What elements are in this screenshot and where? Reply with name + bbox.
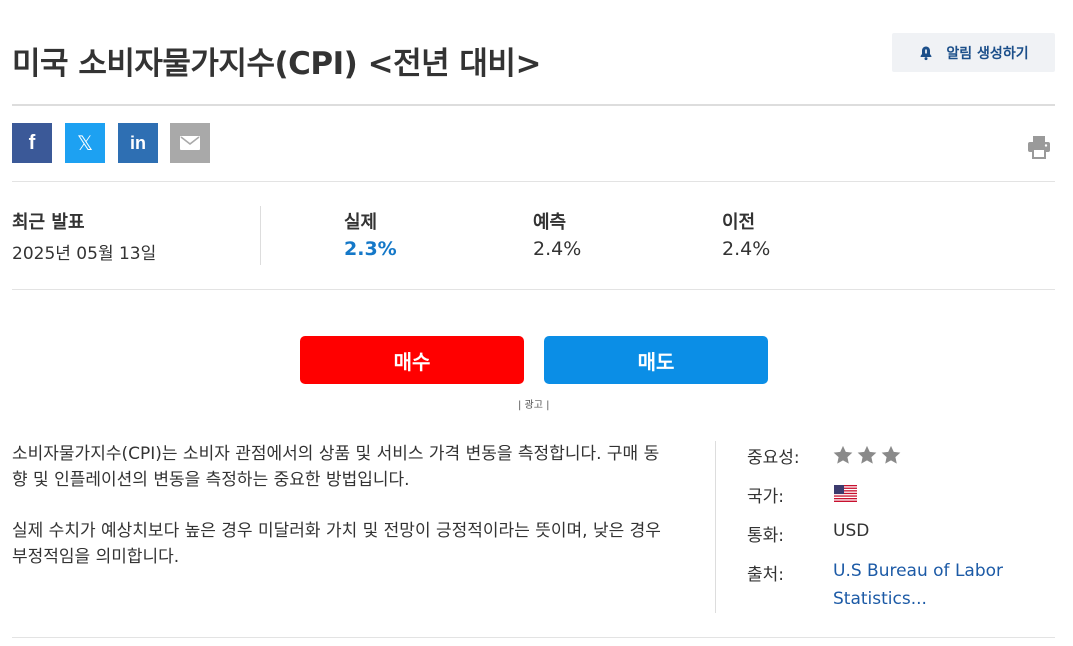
previous-label: 이전	[722, 212, 756, 233]
create-alert-button[interactable]: 알림 생성하기	[892, 33, 1055, 72]
actual-label: 실제	[344, 212, 378, 233]
sell-label: 매도	[637, 349, 675, 374]
importance-label: 중요성:	[747, 448, 800, 468]
linkedin-share-button[interactable]: in	[118, 123, 158, 163]
latest-release-date: 2025년 05월 13일	[12, 244, 157, 264]
source-label: 출처:	[747, 565, 785, 585]
star-icon	[881, 445, 901, 464]
forecast-label: 예측	[533, 212, 567, 233]
forecast-value: 2.4%	[533, 238, 582, 260]
source-link[interactable]: U.S Bureau of Labor Statistics...	[833, 557, 1043, 613]
email-share-button[interactable]	[170, 123, 210, 163]
currency-value: USD	[833, 521, 870, 541]
country-label: 국가:	[747, 487, 785, 507]
envelope-icon	[180, 136, 200, 150]
x-twitter-icon: 𝕏	[76, 132, 94, 155]
divider	[12, 289, 1055, 290]
actual-value: 2.3%	[344, 238, 397, 260]
divider	[12, 637, 1055, 638]
us-flag-icon	[834, 485, 857, 502]
twitter-share-button[interactable]: 𝕏	[65, 123, 105, 163]
description-paragraph: 실제 수치가 예상치보다 높은 경우 미달러화 가치 및 전망이 긍정적이라는 …	[12, 521, 661, 567]
buy-button[interactable]: 매수	[300, 336, 524, 384]
star-icon	[833, 445, 853, 464]
divider	[12, 181, 1055, 182]
create-alert-label: 알림 생성하기	[946, 45, 1029, 62]
currency-label: 통화:	[747, 526, 785, 546]
divider	[12, 104, 1055, 106]
stats-divider	[260, 206, 261, 265]
details-divider	[715, 441, 716, 613]
sell-button[interactable]: 매도	[544, 336, 768, 384]
description-paragraph: 소비자물가지수(CPI)는 소비자 관점에서의 상품 및 서비스 가격 변동을 …	[12, 444, 660, 490]
facebook-icon: f	[28, 131, 36, 154]
page-title: 미국 소비자물가지수(CPI) <전년 대비>	[12, 46, 541, 82]
importance-stars	[832, 444, 902, 466]
latest-release-label: 최근 발표	[12, 212, 85, 233]
facebook-share-button[interactable]: f	[12, 123, 52, 163]
previous-value: 2.4%	[722, 238, 771, 260]
printer-icon[interactable]	[1026, 134, 1052, 160]
buy-label: 매수	[393, 349, 431, 374]
star-icon	[857, 445, 877, 464]
bell-icon	[921, 46, 932, 60]
ad-label: | 광고 |	[518, 400, 550, 411]
linkedin-icon: in	[130, 132, 146, 153]
